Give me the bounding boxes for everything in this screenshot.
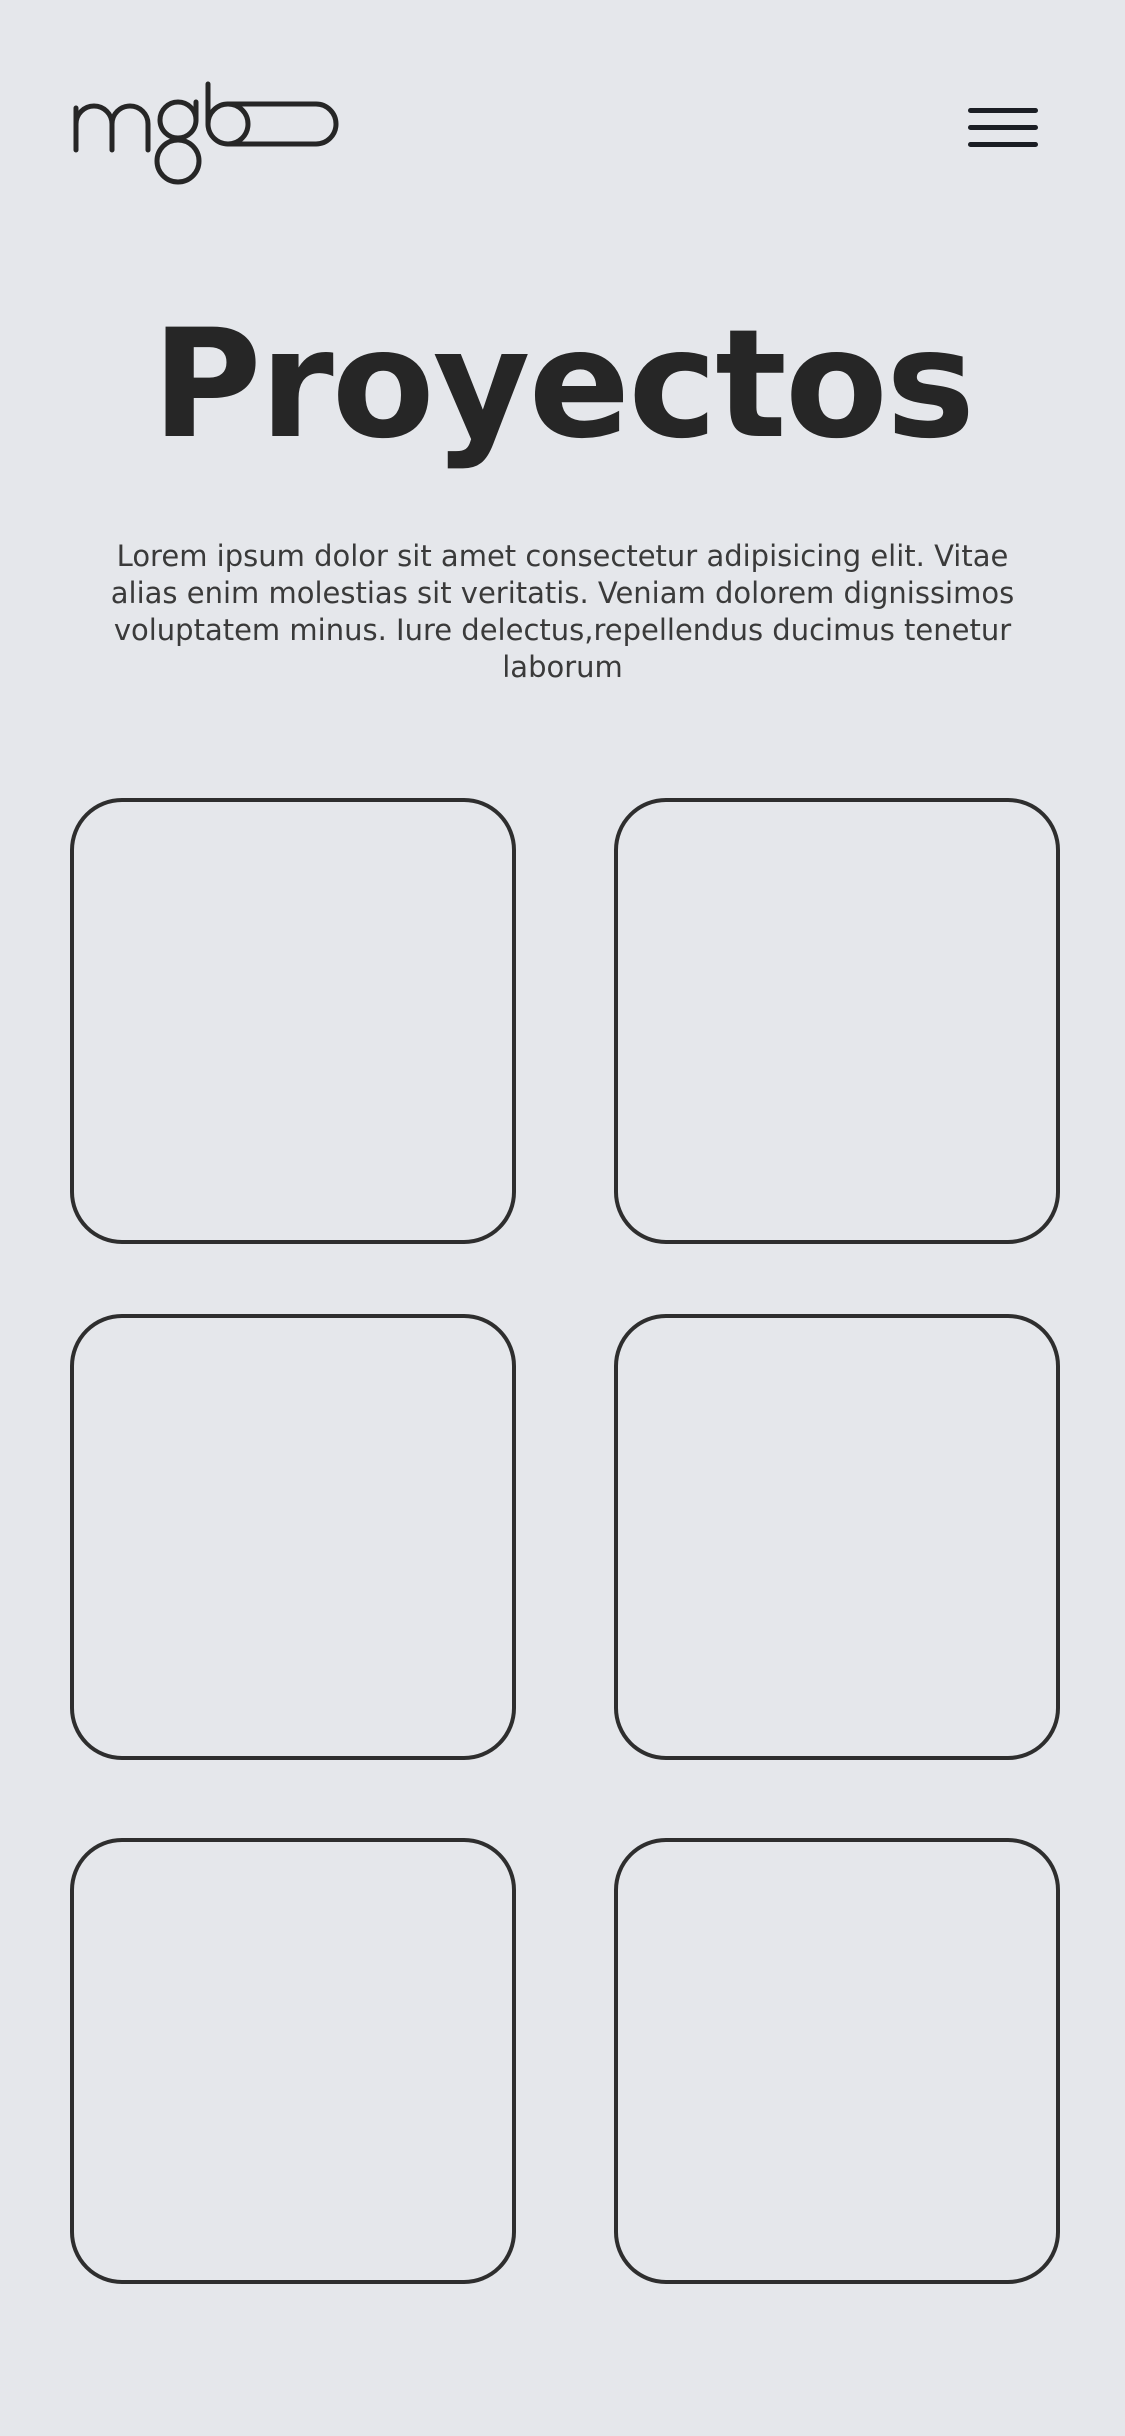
- project-card[interactable]: [70, 1314, 516, 1760]
- project-card[interactable]: [70, 1838, 516, 2284]
- page-title: Proyectos: [151, 298, 975, 472]
- project-card[interactable]: [614, 1314, 1060, 1760]
- project-card[interactable]: [614, 798, 1060, 1244]
- project-card[interactable]: [614, 1838, 1060, 2284]
- project-grid: [70, 798, 1060, 2284]
- project-card[interactable]: [70, 798, 516, 1244]
- page-description: Lorem ipsum dolor sit amet consectetur a…: [110, 539, 1015, 684]
- menu-button[interactable]: [958, 98, 1050, 158]
- logo[interactable]: [72, 80, 340, 186]
